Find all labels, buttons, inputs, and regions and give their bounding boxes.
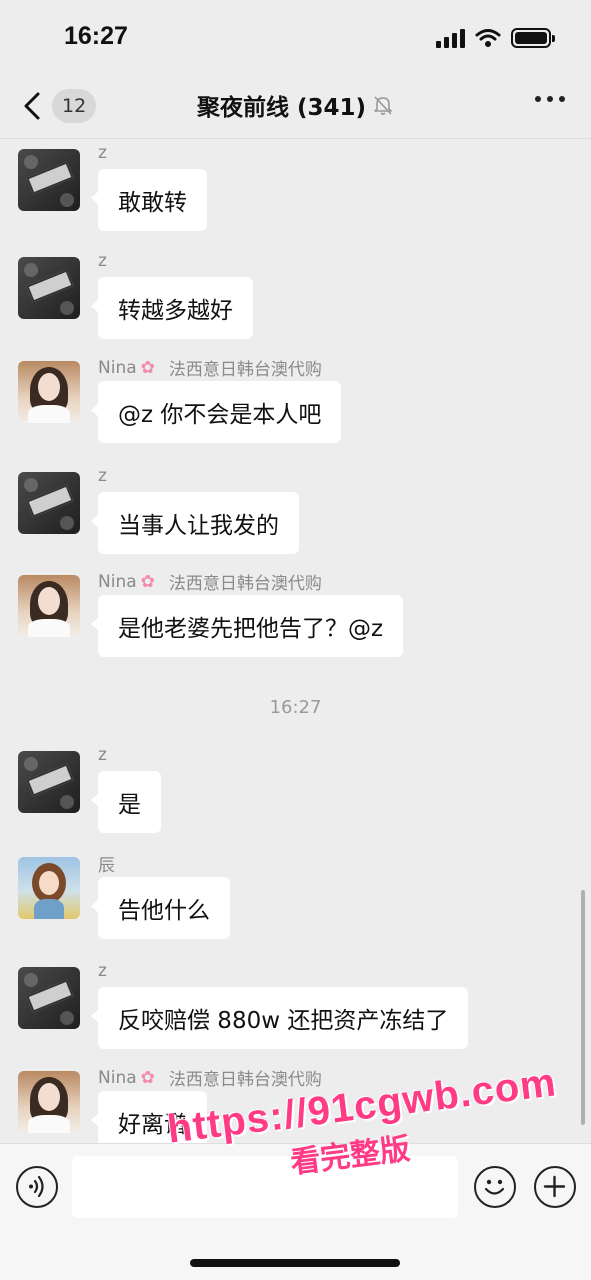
plus-icon: [543, 1175, 566, 1198]
avatar[interactable]: [18, 967, 80, 1029]
flower-icon: ✿: [140, 357, 155, 378]
flower-icon: ✿: [140, 1067, 155, 1088]
sender-name: 辰: [98, 856, 115, 876]
sender-name: Nina ✿ 法西意日韩台澳代购: [98, 1065, 322, 1091]
message-bubble[interactable]: 是他老婆先把他告了？@z: [90, 595, 404, 657]
chat-title-wrap: 聚夜前线 (341): [0, 88, 591, 122]
voice-button[interactable]: [16, 1166, 58, 1208]
plus-button[interactable]: [534, 1166, 576, 1208]
flower-icon: ✿: [140, 571, 155, 592]
home-indicator[interactable]: [190, 1259, 400, 1267]
status-icons: [436, 28, 555, 48]
sender-name: z: [98, 143, 107, 163]
avatar[interactable]: [18, 361, 80, 423]
more-dots-icon: [535, 96, 541, 102]
sender-name: Nina ✿ 法西意日韩台澳代购: [98, 355, 322, 381]
avatar[interactable]: [18, 472, 80, 534]
message-bubble[interactable]: 告他什么: [91, 877, 230, 939]
sender-name: z: [98, 251, 107, 271]
emoji-button[interactable]: [474, 1166, 516, 1208]
avatar[interactable]: [18, 149, 80, 211]
scrollbar[interactable]: [581, 890, 585, 1125]
sender-name: z: [98, 466, 107, 486]
sender-tag: 法西意日韩台澳代购: [168, 1070, 322, 1090]
sender-name: Nina ✿ 法西意日韩台澳代购: [98, 569, 322, 595]
input-bar: [0, 1143, 591, 1280]
chat-title: 聚夜前线 (341): [196, 95, 367, 121]
nav-bar: 12 聚夜前线 (341): [0, 80, 591, 138]
emoji-icon: [484, 1179, 505, 1195]
message-bubble[interactable]: 转越多越好: [91, 277, 253, 339]
status-bar: 16:27: [0, 0, 591, 80]
message-bubble[interactable]: 反咬赔偿 880w 还把资产冻结了: [90, 987, 469, 1049]
avatar[interactable]: [18, 1071, 80, 1133]
message-bubble[interactable]: 是: [91, 771, 161, 833]
message-bubble[interactable]: @z 你不会是本人吧: [90, 381, 342, 443]
battery-icon: [511, 28, 555, 48]
message-bubble[interactable]: 敢敢转: [91, 169, 207, 231]
voice-icon: [29, 1175, 44, 1198]
sender-name: z: [98, 961, 107, 981]
message-input[interactable]: [72, 1156, 458, 1218]
more-options-button[interactable]: [535, 96, 565, 102]
sender-name: z: [98, 745, 107, 765]
status-time: 16:27: [64, 22, 128, 50]
message-bubble[interactable]: 当事人让我发的: [91, 492, 299, 554]
sender-tag: 法西意日韩台澳代购: [168, 574, 322, 594]
avatar[interactable]: [18, 257, 80, 319]
wifi-icon: [475, 29, 501, 47]
signal-icon: [436, 28, 465, 48]
message-list[interactable]: z 敢敢转 z 转越多越好 Nina ✿ 法西意日韩台澳代购 @z 你不会是本人吧…: [0, 139, 591, 1143]
message-bubble[interactable]: 好离谱: [91, 1091, 207, 1143]
mute-bell-icon: [374, 96, 392, 115]
avatar[interactable]: [18, 575, 80, 637]
avatar[interactable]: [18, 751, 80, 813]
avatar[interactable]: [18, 857, 80, 919]
sender-tag: 法西意日韩台澳代购: [168, 360, 322, 380]
message-timestamp: 16:27: [269, 697, 322, 718]
